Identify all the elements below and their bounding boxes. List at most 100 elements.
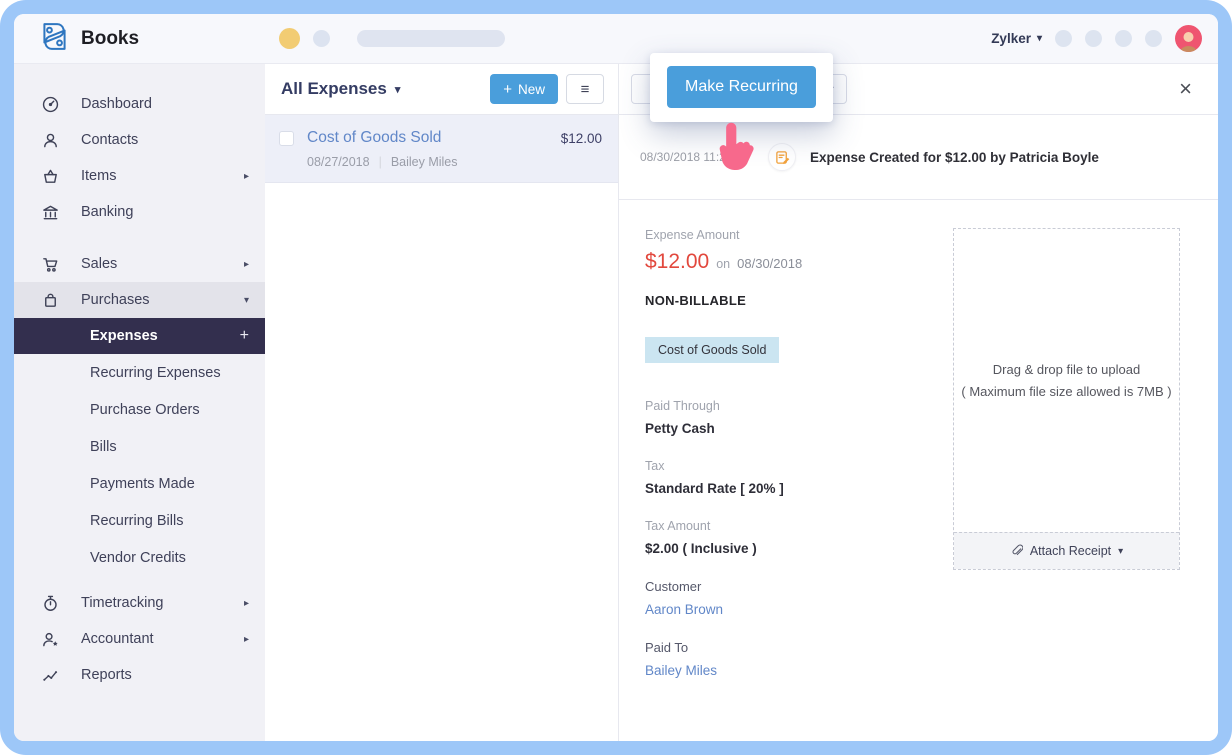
make-recurring-button[interactable]: Make Recurring xyxy=(667,66,816,108)
accountant-icon xyxy=(40,629,60,649)
note-icon xyxy=(768,143,796,171)
sidebar-item-bills[interactable]: Bills xyxy=(14,428,265,465)
chevron-down-icon: ▾ xyxy=(395,83,401,96)
paid-to-link[interactable]: Bailey Miles xyxy=(645,663,953,678)
sidebar-item-banking[interactable]: Banking xyxy=(14,194,265,230)
app-title: Books xyxy=(81,28,139,50)
chevron-down-icon: ▾ xyxy=(1037,33,1042,44)
drop-zone-line1: Drag & drop file to upload xyxy=(993,362,1140,377)
sidebar-item-payments-made[interactable]: Payments Made xyxy=(14,465,265,502)
expense-detail-pane: $ More ▾ × Make Recurring xyxy=(619,64,1218,741)
category-tag: Cost of Goods Sold xyxy=(645,337,779,363)
close-detail-button[interactable]: × xyxy=(1173,77,1198,101)
sidebar-item-recurring-bills[interactable]: Recurring Bills xyxy=(14,502,265,539)
sidebar-item-purchases[interactable]: Purchases ▾ xyxy=(14,282,265,318)
sidebar-item-timetracking[interactable]: Timetracking ▸ xyxy=(14,585,265,621)
reports-icon xyxy=(40,665,60,685)
contacts-icon xyxy=(40,130,60,150)
topbar-icon-3[interactable] xyxy=(1115,30,1132,47)
plus-icon[interactable]: + xyxy=(240,327,249,345)
sidebar-item-dashboard[interactable]: Dashboard xyxy=(14,86,265,122)
sidebar-label: Reports xyxy=(81,667,132,683)
list-filter-dropdown[interactable]: All Expenses ▾ xyxy=(281,79,400,99)
app-logo[interactable]: Books xyxy=(14,20,265,58)
tax-amount-label: Tax Amount xyxy=(645,519,953,533)
expense-list-pane: All Expenses ▾ + New ≡ Cost of Goods Sol… xyxy=(265,64,619,741)
user-avatar[interactable] xyxy=(1175,25,1202,52)
paid-through-label: Paid Through xyxy=(645,399,953,413)
expense-list-row[interactable]: Cost of Goods Sold $12.00 08/27/2018 | B… xyxy=(265,115,618,183)
basket-icon xyxy=(40,166,60,186)
customer-link[interactable]: Aaron Brown xyxy=(645,602,953,617)
expense-payee: Bailey Miles xyxy=(391,155,458,169)
main-area: Dashboard Contacts xyxy=(14,64,1218,741)
books-logo-icon xyxy=(38,20,71,58)
chevron-right-icon: ▸ xyxy=(244,171,249,182)
sidebar-label: Payments Made xyxy=(90,476,195,492)
attach-receipt-button[interactable]: Attach Receipt ▾ xyxy=(954,532,1179,569)
sidebar-item-accountant[interactable]: Accountant ▸ xyxy=(14,621,265,657)
receipt-upload-box[interactable]: Drag & drop file to upload ( Maximum fil… xyxy=(953,228,1180,570)
status-dot-yellow xyxy=(279,28,300,49)
sidebar-item-sales[interactable]: Sales ▸ xyxy=(14,246,265,282)
org-name: Zylker xyxy=(991,31,1031,46)
sidebar-label: Purchases xyxy=(81,292,150,308)
topbar-icon-4[interactable] xyxy=(1145,30,1162,47)
paid-to-label: Paid To xyxy=(645,640,953,655)
sidebar-label: Expenses xyxy=(90,328,158,344)
sidebar-label: Recurring Bills xyxy=(90,513,183,529)
detail-body: Expense Amount $12.00 on 08/30/2018 NON-… xyxy=(619,200,1218,741)
list-header: All Expenses ▾ + New ≡ xyxy=(265,64,618,115)
cart-icon xyxy=(40,254,60,274)
hamburger-icon: ≡ xyxy=(581,81,590,98)
tax-label: Tax xyxy=(645,459,953,473)
sidebar-item-purchase-orders[interactable]: Purchase Orders xyxy=(14,391,265,428)
expense-date-value: 08/30/2018 xyxy=(737,256,802,271)
sidebar-label: Contacts xyxy=(81,132,138,148)
dashboard-icon xyxy=(40,94,60,114)
history-timestamp: 08/30/2018 11:27 xyxy=(640,150,758,164)
chevron-right-icon: ▸ xyxy=(244,598,249,609)
chevron-down-icon: ▾ xyxy=(244,295,249,306)
sidebar-label: Sales xyxy=(81,256,117,272)
drop-zone[interactable]: Drag & drop file to upload ( Maximum fil… xyxy=(954,229,1179,532)
expense-date: 08/27/2018 xyxy=(307,155,370,169)
drop-zone-line2: ( Maximum file size allowed is 7MB ) xyxy=(961,384,1171,399)
sidebar-item-recurring-expenses[interactable]: Recurring Expenses xyxy=(14,354,265,391)
topbar-icon-2[interactable] xyxy=(1085,30,1102,47)
expense-amount-line: $12.00 on 08/30/2018 xyxy=(645,250,953,274)
sidebar: Dashboard Contacts xyxy=(14,64,265,741)
list-view-menu-button[interactable]: ≡ xyxy=(566,74,604,104)
sidebar-item-contacts[interactable]: Contacts xyxy=(14,122,265,158)
expense-name-link[interactable]: Cost of Goods Sold xyxy=(307,129,441,147)
expense-amount: $12.00 xyxy=(561,131,602,146)
new-expense-button[interactable]: + New xyxy=(490,74,558,104)
sidebar-label: Timetracking xyxy=(81,595,163,611)
sidebar-label: Purchase Orders xyxy=(90,402,200,418)
status-dot-gray xyxy=(313,30,330,47)
bank-icon xyxy=(40,202,60,222)
billable-status: NON-BILLABLE xyxy=(645,293,953,308)
sidebar-label: Items xyxy=(81,168,116,184)
search-bar-placeholder[interactable] xyxy=(357,30,505,47)
history-event-text: Expense Created for $12.00 by Patricia B… xyxy=(810,150,1099,165)
org-selector[interactable]: Zylker ▾ xyxy=(991,31,1042,46)
browser-frame: Books Zylker ▾ xyxy=(0,0,1232,755)
history-entry: 08/30/2018 11:27 Expense Created for $12… xyxy=(619,115,1218,200)
sidebar-item-reports[interactable]: Reports xyxy=(14,657,265,693)
receipt-upload-column: Drag & drop file to upload ( Maximum fil… xyxy=(953,228,1180,741)
on-word: on xyxy=(716,257,730,271)
row-checkbox[interactable] xyxy=(279,131,294,146)
topbar-icon-1[interactable] xyxy=(1055,30,1072,47)
list-title: All Expenses xyxy=(281,79,387,99)
sidebar-item-items[interactable]: Items ▸ xyxy=(14,158,265,194)
sidebar-item-expenses-active[interactable]: Expenses + xyxy=(14,318,265,354)
attach-receipt-label: Attach Receipt xyxy=(1030,544,1111,558)
close-icon: × xyxy=(1179,76,1192,101)
sidebar-item-vendor-credits[interactable]: Vendor Credits xyxy=(14,539,265,576)
topbar-right: Zylker ▾ xyxy=(991,25,1218,52)
sidebar-label: Banking xyxy=(81,204,133,220)
expense-fields: Expense Amount $12.00 on 08/30/2018 NON-… xyxy=(645,228,953,741)
chevron-right-icon: ▸ xyxy=(244,634,249,645)
tax-value: Standard Rate [ 20% ] xyxy=(645,481,953,496)
